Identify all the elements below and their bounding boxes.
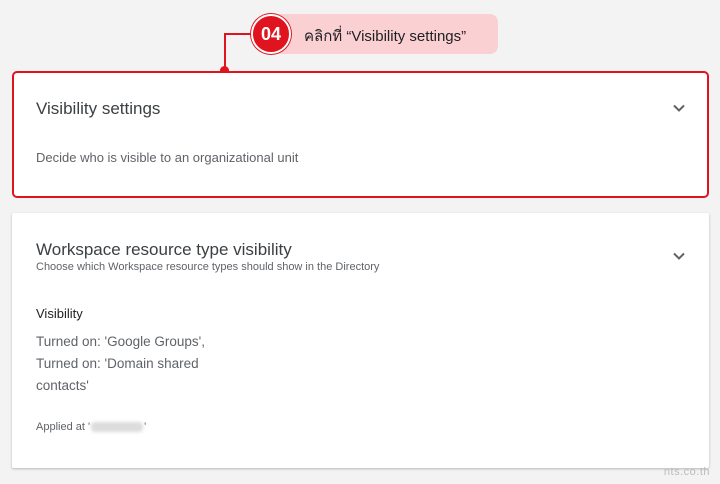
applied-at-text: Applied at ' '	[36, 421, 146, 433]
visibility-section-label: Visibility	[36, 306, 83, 321]
applied-at-prefix: Applied at '	[36, 421, 91, 433]
chevron-down-icon[interactable]	[669, 246, 689, 266]
visibility-settings-title: Visibility settings	[36, 99, 161, 118]
chevron-down-icon[interactable]	[669, 98, 689, 118]
resource-type-visibility-description: Choose which Workspace resource types sh…	[36, 261, 380, 273]
redacted-org-unit	[91, 422, 144, 433]
visibility-settings-card[interactable]: Visibility settings Decide who is visibl…	[12, 71, 709, 198]
visibility-status-text: Turned on: 'Google Groups', Turned on: '…	[36, 334, 206, 393]
applied-at-suffix: '	[144, 421, 147, 433]
callout-instruction: คลิกที่ “Visibility settings”	[304, 28, 467, 45]
page: 04 คลิกที่ “Visibility settings” Visibil…	[0, 0, 720, 484]
step-number-badge: 04	[251, 14, 291, 54]
site-watermark: nts.co.th	[663, 466, 710, 478]
visibility-settings-description: Decide who is visible to an organization…	[36, 150, 299, 165]
resource-type-visibility-card[interactable]: Workspace resource type visibility Choos…	[12, 213, 709, 468]
resource-type-visibility-title: Workspace resource type visibility	[36, 240, 292, 259]
